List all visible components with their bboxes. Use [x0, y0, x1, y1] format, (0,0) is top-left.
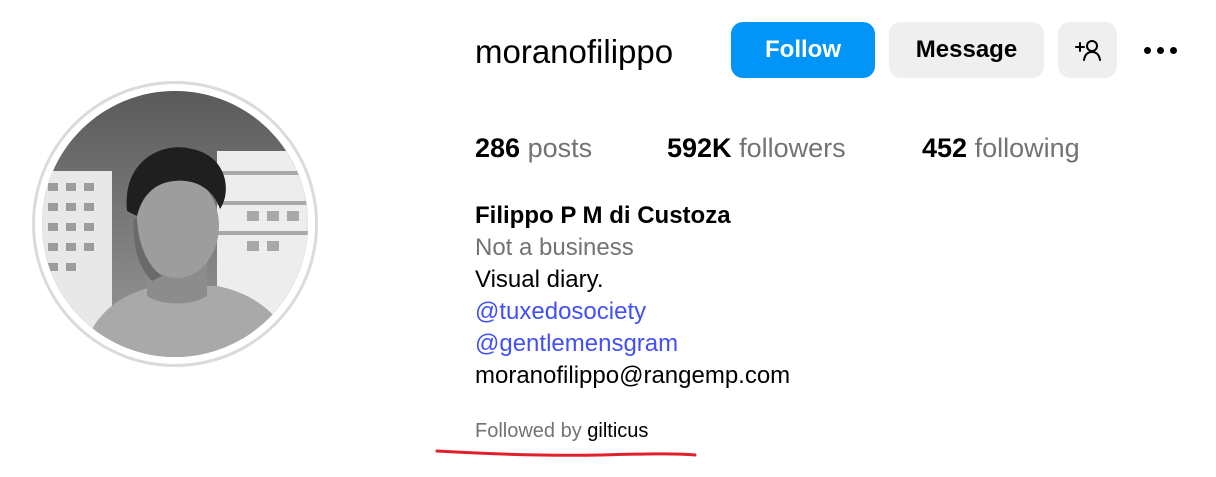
profile-page: moranofilippo Follow Message 286 posts 5… [0, 0, 1216, 477]
mention-link-gentlemensgram[interactable]: @gentlemensgram [475, 328, 790, 360]
message-button[interactable]: Message [889, 22, 1044, 78]
avatar-photo [42, 91, 308, 357]
more-options-button[interactable] [1134, 26, 1186, 74]
followers-stat[interactable]: 592K followers [667, 132, 846, 164]
posts-stat: 286 posts [475, 132, 592, 164]
followers-count[interactable]: 592K [667, 133, 732, 163]
followed-by-label: Followed by [475, 420, 582, 442]
more-horizontal-icon [1143, 46, 1177, 54]
avatar[interactable] [42, 91, 308, 357]
following-count[interactable]: 452 [922, 133, 967, 163]
person-plus-icon [1074, 40, 1101, 61]
following-label[interactable]: following [975, 133, 1080, 163]
red-underline-annotation [435, 449, 697, 457]
posts-count: 286 [475, 133, 521, 163]
email-text: moranofilippo@rangemp.com [475, 362, 791, 389]
follow-button[interactable]: Follow [731, 22, 875, 78]
username-heading: moranofilippo [475, 33, 674, 70]
category-label: Not a business [475, 234, 634, 261]
full-name: Filippo P M di Custoza [475, 202, 731, 229]
followed-by-user[interactable]: gilticus [587, 420, 648, 442]
following-stat[interactable]: 452 following [922, 132, 1080, 164]
suggest-users-button[interactable] [1058, 22, 1117, 78]
followers-label[interactable]: followers [739, 133, 846, 163]
bio-text: Visual diary. [475, 266, 604, 293]
posts-label: posts [527, 133, 593, 163]
bio-section: Filippo P M di Custoza Not a business Vi… [475, 200, 790, 392]
mention-link-tuxedosociety[interactable]: @tuxedosociety [475, 296, 790, 328]
avatar-ring[interactable] [32, 81, 318, 367]
